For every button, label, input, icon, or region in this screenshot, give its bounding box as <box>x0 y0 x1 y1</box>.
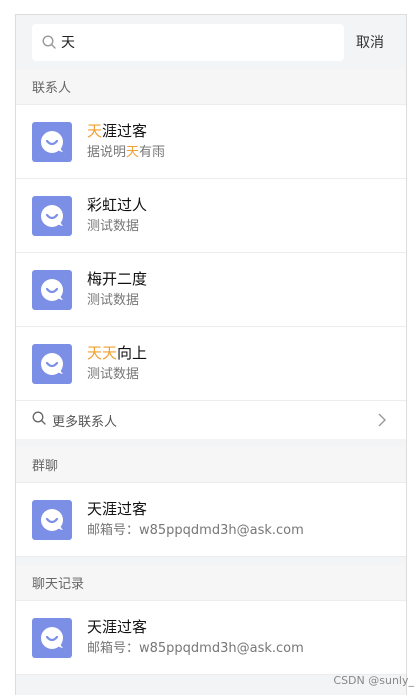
search-bar: 取消 <box>16 15 406 69</box>
contact-desc: 测试数据 <box>87 367 140 382</box>
history-item[interactable]: 天涯过客 邮箱号：w85ppqdmd3h@ask.com <box>16 601 406 675</box>
history-name: 天涯过客 <box>87 618 148 636</box>
group-name: 天涯过客 <box>87 500 148 518</box>
search-icon <box>42 35 56 49</box>
contact-item[interactable]: 梅开二度 测试数据 <box>16 253 406 327</box>
search-box[interactable] <box>32 23 344 61</box>
contact-name: 梅开二度 <box>87 270 148 288</box>
search-page: 取消 联系人 天涯过客 据说明天有雨 彩虹过人 测试数据 <box>15 14 407 695</box>
contact-item[interactable]: 彩虹过人 测试数据 <box>16 179 406 253</box>
contact-item[interactable]: 天涯过客 据说明天有雨 <box>16 105 406 179</box>
history-desc: 邮箱号：w85ppqdmd3h@ask.com <box>87 641 304 656</box>
section-header-history: 聊天记录 <box>16 565 406 601</box>
contact-name: 彩虹过人 <box>87 196 148 214</box>
search-input[interactable] <box>61 34 321 50</box>
chat-bubble-icon <box>32 121 72 162</box>
watermark: CSDN @sunly_ <box>333 674 414 687</box>
search-icon <box>32 411 46 429</box>
chat-bubble-icon <box>32 499 72 540</box>
contacts-list: 天涯过客 据说明天有雨 彩虹过人 测试数据 梅开二度 测试数据 天天向上 测试数… <box>16 105 406 439</box>
section-gap <box>16 557 406 565</box>
group-item[interactable]: 天涯过客 邮箱号：w85ppqdmd3h@ask.com <box>16 483 406 557</box>
contact-name: 天天向上 <box>87 344 148 362</box>
chat-bubble-icon <box>32 195 72 236</box>
contact-item[interactable]: 天天向上 测试数据 <box>16 327 406 401</box>
section-gap <box>16 439 406 447</box>
chat-bubble-icon <box>32 343 72 384</box>
contact-desc: 测试数据 <box>87 219 140 234</box>
history-list: 天涯过客 邮箱号：w85ppqdmd3h@ask.com <box>16 601 406 675</box>
more-contacts-label: 更多联系人 <box>52 414 118 430</box>
section-header-contacts: 联系人 <box>16 69 406 105</box>
group-desc: 邮箱号：w85ppqdmd3h@ask.com <box>87 523 304 538</box>
contact-name: 天涯过客 <box>87 122 148 140</box>
section-header-groups: 群聊 <box>16 447 406 483</box>
more-contacts-link[interactable]: 更多联系人 <box>16 401 406 439</box>
chevron-right-icon <box>378 413 386 431</box>
contact-desc: 据说明天有雨 <box>87 145 166 160</box>
groups-list: 天涯过客 邮箱号：w85ppqdmd3h@ask.com <box>16 483 406 557</box>
chat-bubble-icon <box>32 269 72 310</box>
cancel-button[interactable]: 取消 <box>356 32 384 52</box>
chat-bubble-icon <box>32 617 72 658</box>
contact-desc: 测试数据 <box>87 293 140 308</box>
